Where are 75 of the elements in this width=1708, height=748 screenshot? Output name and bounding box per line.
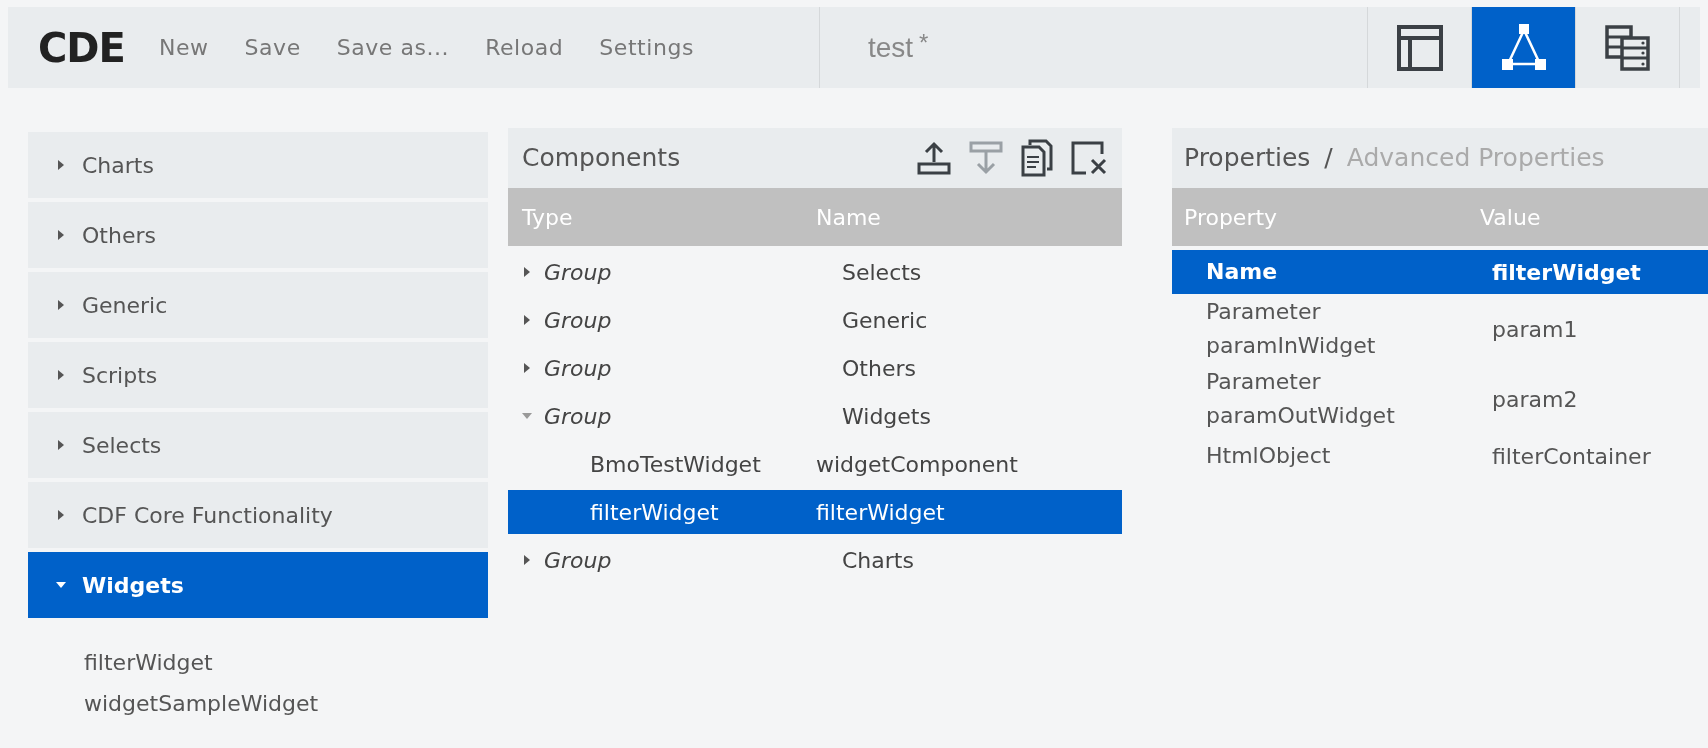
caret-icon — [56, 580, 66, 590]
expand-caret-icon — [522, 315, 532, 325]
name-cell-text: Generic — [841, 306, 928, 335]
dashboard-title: test — [867, 30, 914, 65]
table-row[interactable]: Group Others — [508, 346, 1122, 390]
type-cell-text: Group — [544, 402, 612, 431]
caret-icon — [56, 510, 66, 520]
property-row[interactable]: HtmlObject filterContainer — [1172, 434, 1708, 478]
type-cell-text: Group — [544, 258, 612, 287]
palette-group[interactable]: Selects — [28, 412, 488, 478]
palette-group[interactable]: Scripts — [28, 342, 488, 408]
table-row[interactable]: Group Selects — [508, 250, 1122, 294]
property-row[interactable]: Name filterWidget — [1172, 250, 1708, 294]
property-value: filterWidget — [1491, 258, 1641, 287]
table-row[interactable]: Group Widgets — [508, 394, 1122, 438]
property-value: param1 — [1491, 315, 1578, 344]
table-row[interactable]: Group Charts — [508, 538, 1122, 582]
layout-icon — [1395, 23, 1444, 72]
table-row[interactable]: Group Generic — [508, 298, 1122, 342]
palette-group[interactable]: Charts — [28, 132, 488, 198]
duplicate-button[interactable] — [1020, 139, 1054, 177]
caret-icon — [56, 230, 66, 240]
property-name: HtmlObject — [1205, 442, 1332, 470]
palette-group[interactable]: Generic — [28, 272, 488, 338]
server-stack-icon — [1603, 23, 1652, 72]
move-up-button[interactable] — [916, 140, 952, 176]
menu-item[interactable]: Reload — [485, 31, 564, 64]
palette-group[interactable]: Widgets — [28, 552, 488, 618]
panel-title: Components — [522, 142, 682, 175]
table-row[interactable]: BmoTestWidget widgetComponent — [508, 442, 1122, 486]
tab-separator: / — [1324, 142, 1333, 175]
palette-group[interactable]: CDF Core Functionality — [28, 482, 488, 548]
property-row[interactable]: Parameter paramOutWidget param2 — [1172, 364, 1708, 434]
name-cell-text: filterWidget — [816, 498, 945, 527]
property-name: Parameter paramInWidget — [1205, 298, 1377, 360]
palette-group[interactable]: Others — [28, 202, 488, 268]
name-cell-text: Widgets — [841, 402, 931, 431]
menu-item[interactable]: Save as... — [336, 31, 450, 64]
type-cell-text: Group — [544, 306, 612, 335]
menu-item[interactable]: New — [158, 31, 209, 64]
expand-caret-icon — [522, 555, 532, 565]
delete-button[interactable] — [1070, 140, 1108, 176]
caret-icon — [56, 440, 66, 450]
column-header: Value — [1480, 203, 1541, 232]
name-cell-text: Others — [841, 354, 916, 383]
caret-icon — [56, 370, 66, 380]
column-header: Type — [521, 203, 574, 232]
type-cell-text: Group — [544, 546, 612, 575]
logo: CDE — [38, 23, 125, 73]
palette-item[interactable]: widgetSampleWidget — [84, 687, 488, 720]
name-cell-text: widgetComponent — [816, 450, 1018, 479]
menu-item[interactable]: Save — [244, 31, 301, 64]
property-name: Parameter paramOutWidget — [1205, 368, 1396, 430]
name-cell-text: Selects — [841, 258, 922, 287]
type-cell-text: Group — [544, 354, 612, 383]
type-cell-text: BmoTestWidget — [589, 450, 761, 479]
property-row[interactable]: Parameter paramInWidget param1 — [1172, 294, 1708, 364]
type-cell-text: filterWidget — [589, 498, 719, 527]
palette-item[interactable]: filterWidget — [84, 646, 488, 679]
view-tab[interactable] — [1472, 7, 1576, 88]
menu-item[interactable]: Settings — [599, 31, 694, 64]
table-row[interactable]: filterWidget filterWidget — [508, 490, 1122, 534]
expand-caret-icon — [522, 363, 532, 373]
property-value: filterContainer — [1491, 442, 1651, 471]
property-value: param2 — [1491, 385, 1578, 414]
property-name: Name — [1205, 258, 1279, 286]
caret-icon — [56, 300, 66, 310]
panel-tab[interactable]: Properties — [1184, 139, 1311, 177]
expand-caret-icon — [522, 411, 532, 421]
caret-icon — [56, 160, 66, 170]
name-cell-text: Charts — [841, 546, 914, 575]
column-header: Property — [1183, 203, 1279, 232]
modified-mark: * — [919, 28, 929, 58]
column-header: Name — [816, 203, 881, 232]
expand-caret-icon — [522, 267, 532, 277]
